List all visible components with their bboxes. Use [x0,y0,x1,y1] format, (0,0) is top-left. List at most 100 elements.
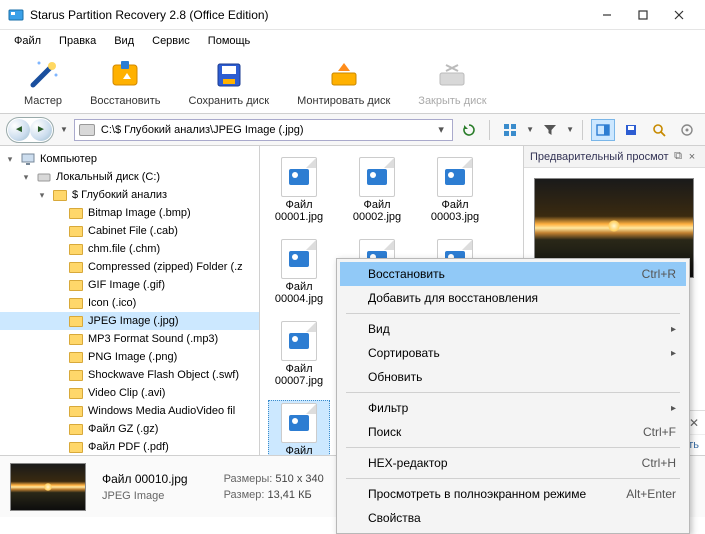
mount-disk-button[interactable]: Монтировать диск [283,57,404,109]
tree-folder[interactable]: PNG Image (.png) [0,348,259,366]
tree-folder-label: Cabinet File (.cab) [88,225,178,237]
tree-folder[interactable]: Shockwave Flash Object (.swf) [0,366,259,384]
image-file-icon [281,403,317,443]
view-mode-dropdown[interactable]: ▼ [526,125,534,134]
drive-icon [36,170,52,184]
menu-help[interactable]: Помощь [200,33,259,49]
tree-root[interactable]: ▾ Компьютер [0,150,259,168]
tree-folder[interactable]: Windows Media AudioVideo fil [0,402,259,420]
save-button[interactable] [619,119,643,141]
menu-item-label: Добавить для восстановления [368,291,676,305]
preview-toggle-button[interactable] [591,119,615,141]
path-field-wrap[interactable]: ▾ [74,119,453,141]
file-item[interactable]: Файл00003.jpg [424,154,486,226]
context-menu-item[interactable]: Сортировать▸ [340,341,686,365]
tree-folder[interactable]: Compressed (zipped) Folder (.z [0,258,259,276]
view-mode-button[interactable] [498,119,522,141]
tree-folder[interactable]: JPEG Image (.jpg) [0,312,259,330]
folder-tree[interactable]: ▾ Компьютер ▾ Локальный диск (C:) ▾ $ Гл… [0,146,260,455]
menu-separator [346,392,680,393]
tree-folder[interactable]: Icon (.ico) [0,294,259,312]
nav-forward-button[interactable]: ► [30,119,52,141]
tree-folder-label: Bitmap Image (.bmp) [88,207,191,219]
folder-icon [68,386,84,400]
folder-icon [68,296,84,310]
nav-back-button[interactable]: ◄ [8,119,30,141]
tree-folder[interactable]: Bitmap Image (.bmp) [0,204,259,222]
file-item[interactable]: Файл00004.jpg [268,236,330,308]
separator [489,120,490,140]
image-file-icon [281,157,317,197]
file-item[interactable]: Файл00007.jpg [268,318,330,390]
tree-folder[interactable]: MP3 Format Sound (.mp3) [0,330,259,348]
context-menu-item[interactable]: HEX-редакторCtrl+H [340,451,686,475]
maximize-button[interactable] [625,1,661,29]
context-menu-item[interactable]: Свойства [340,506,686,530]
menubar: Файл Правка Вид Сервис Помощь [0,30,705,52]
wizard-label: Мастер [24,95,62,107]
context-menu-item[interactable]: ПоискCtrl+F [340,420,686,444]
file-item[interactable]: Файл00001.jpg [268,154,330,226]
mount-disk-icon [328,59,360,91]
tree-folder[interactable]: GIF Image (.gif) [0,276,259,294]
menu-edit[interactable]: Правка [51,33,104,49]
menu-service[interactable]: Сервис [144,33,198,49]
close-disk-button[interactable]: Закрыть диск [404,57,500,109]
path-dropdown[interactable]: ▾ [434,123,448,136]
context-menu[interactable]: ВосстановитьCtrl+R Добавить для восстанов… [336,258,690,534]
close-icon[interactable]: × [685,151,699,163]
context-menu-item[interactable]: ВосстановитьCtrl+R [340,262,686,286]
tree-folder[interactable]: chm.file (.chm) [0,240,259,258]
tree-folder[interactable]: Cabinet File (.cab) [0,222,259,240]
file-item[interactable]: Файл00010.jpg [268,400,330,455]
folder-icon [68,224,84,238]
minimize-button[interactable] [589,1,625,29]
menu-item-label: HEX-редактор [368,456,642,470]
tree-folder-label: Файл GZ (.gz) [88,423,158,435]
detach-icon[interactable]: ⧉ [671,150,685,163]
window-title: Starus Partition Recovery 2.8 (Office Ed… [30,8,589,22]
filter-button[interactable] [538,119,562,141]
filter-dropdown[interactable]: ▼ [566,125,574,134]
preview-close-button[interactable]: ✕ [689,416,699,430]
tree-deep-analysis[interactable]: ▾ $ Глубокий анализ [0,186,259,204]
close-button[interactable] [661,1,697,29]
tree-folder-label: GIF Image (.gif) [88,279,165,291]
folder-icon [68,350,84,364]
nav-history-dropdown[interactable]: ▼ [58,125,70,134]
refresh-button[interactable] [457,119,481,141]
tree-folder[interactable]: Файл GZ (.gz) [0,420,259,438]
context-menu-item[interactable]: Фильтр▸ [340,396,686,420]
save-disk-button[interactable]: Сохранить диск [175,57,284,109]
titlebar: Starus Partition Recovery 2.8 (Office Ed… [0,0,705,30]
menu-shortcut: Ctrl+R [642,267,676,281]
file-item[interactable]: Файл00002.jpg [346,154,408,226]
menu-view[interactable]: Вид [106,33,142,49]
wizard-button[interactable]: Мастер [10,57,76,109]
folder-icon [68,242,84,256]
size-value: 13,41 КБ [268,489,312,501]
image-file-icon [281,239,317,279]
wand-icon [27,59,59,91]
tree-folder-label: PNG Image (.png) [88,351,177,363]
context-menu-item[interactable]: Просмотреть в полноэкранном режимеAlt+En… [340,482,686,506]
status-thumbnail [10,463,86,511]
context-menu-item[interactable]: Обновить [340,365,686,389]
menu-file[interactable]: Файл [6,33,49,49]
preview-header: Предварительный просмот ⧉ × [524,146,705,168]
context-menu-item[interactable]: Добавить для восстановления [340,286,686,310]
tree-folder[interactable]: Файл PDF (.pdf) [0,438,259,455]
context-menu-item[interactable]: Вид▸ [340,317,686,341]
mount-disk-label: Монтировать диск [297,95,390,107]
menu-item-label: Вид [368,322,671,336]
options-button[interactable] [675,119,699,141]
separator [582,120,583,140]
search-button[interactable] [647,119,671,141]
chevron-down-icon: ▾ [20,172,32,183]
menu-shortcut: Ctrl+F [643,425,676,439]
tree-drive[interactable]: ▾ Локальный диск (C:) [0,168,259,186]
recover-button[interactable]: Восстановить [76,57,174,109]
tree-folder[interactable]: Video Clip (.avi) [0,384,259,402]
path-input[interactable] [101,124,434,136]
menu-item-label: Сортировать [368,346,671,360]
